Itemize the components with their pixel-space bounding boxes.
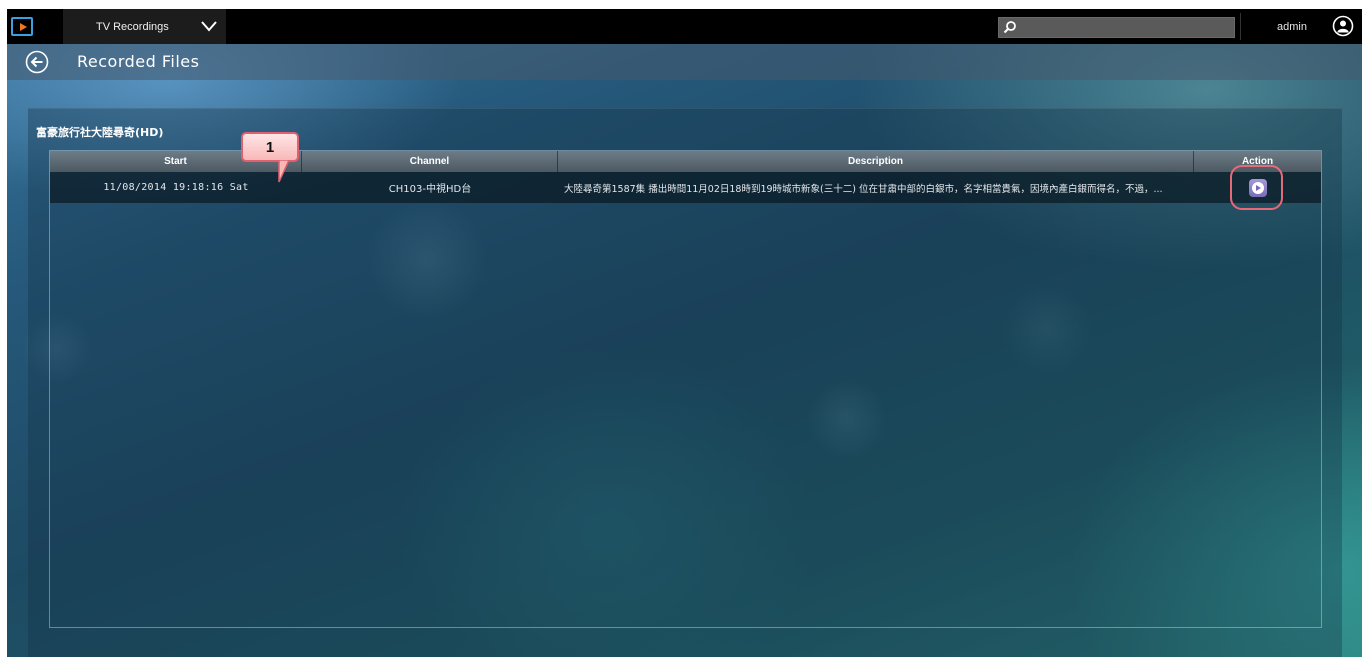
search-icon: [1003, 21, 1016, 34]
app-logo-icon[interactable]: [11, 17, 33, 36]
callout-pointer: [278, 160, 290, 183]
annotation-highlight-ring: [1230, 165, 1283, 210]
program-title: 富豪旅行社大陸尋奇(HD): [36, 126, 164, 139]
app-screen: TV Recordings admin Recorded Files 富豪旅行社…: [7, 9, 1362, 657]
search-box[interactable]: [998, 17, 1235, 38]
recordings-table: Start Channel Description Action 11/08/2…: [49, 150, 1322, 628]
column-header-channel[interactable]: Channel: [302, 151, 558, 172]
back-arrow-icon[interactable]: [25, 50, 49, 74]
divider: [1240, 13, 1241, 40]
chevron-down-icon: [201, 21, 217, 32]
column-header-description[interactable]: Description: [558, 151, 1194, 172]
top-bar: TV Recordings admin: [7, 9, 1362, 44]
cell-channel: CH103-中視HD台: [388, 184, 472, 195]
cell-description: 大陸尋奇第1587集 播出時間11月02日18時到19時城市新象(三十二) 位在…: [564, 183, 1163, 195]
app-menu-dropdown[interactable]: TV Recordings: [63, 9, 226, 44]
app-menu-label: TV Recordings: [96, 20, 169, 33]
username-label[interactable]: admin: [1277, 21, 1307, 33]
cell-start: 11/08/2014 19:18:16 Sat: [103, 182, 249, 193]
recordings-panel: 富豪旅行社大陸尋奇(HD) Start Channel Description …: [28, 108, 1342, 657]
table-row[interactable]: 11/08/2014 19:18:16 Sat CH103-中視HD台 大陸尋奇…: [50, 172, 1321, 203]
search-input[interactable]: [1021, 18, 1231, 37]
user-account-icon[interactable]: [1332, 15, 1354, 37]
page-title: Recorded Files: [77, 52, 200, 71]
page-header: Recorded Files: [7, 44, 1362, 80]
annotation-callout: 1: [241, 132, 299, 162]
